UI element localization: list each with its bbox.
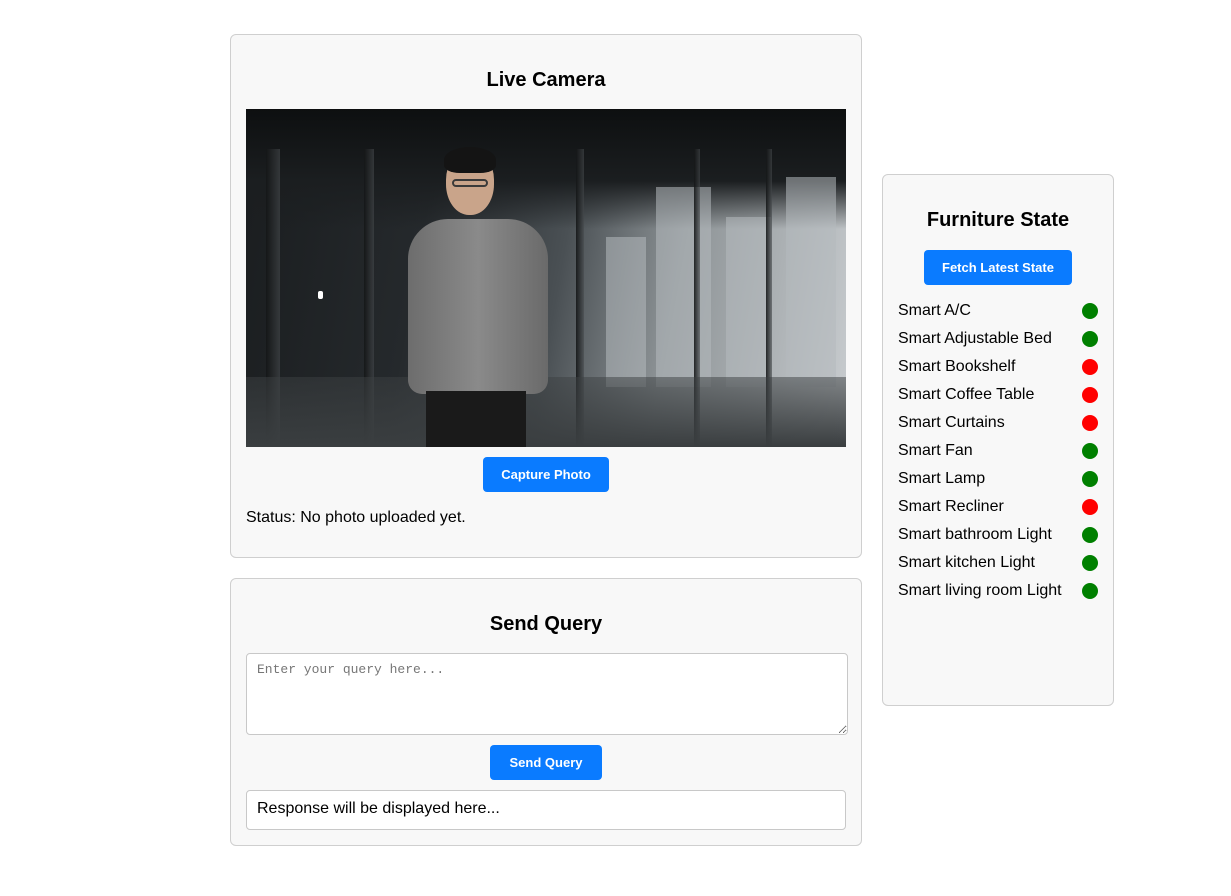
device-item: Smart Curtains xyxy=(898,409,1098,437)
device-item: Smart A/C xyxy=(898,297,1098,325)
device-status-icon xyxy=(1082,359,1098,375)
device-name: Smart Lamp xyxy=(898,470,986,487)
device-name: Smart Fan xyxy=(898,442,973,459)
device-list: Smart A/C Smart Adjustable Bed Smart Boo… xyxy=(898,297,1098,605)
device-status-icon xyxy=(1082,471,1098,487)
response-output: Response will be displayed here... xyxy=(246,790,846,830)
device-item: Smart Lamp xyxy=(898,465,1098,493)
device-item: Smart living room Light xyxy=(898,577,1098,605)
device-status-icon xyxy=(1082,583,1098,599)
device-item: Smart Coffee Table xyxy=(898,381,1098,409)
device-status-icon xyxy=(1082,331,1098,347)
device-name: Smart A/C xyxy=(898,302,971,319)
device-name: Smart Bookshelf xyxy=(898,358,1016,375)
feed-floor xyxy=(246,377,846,447)
camera-card: Live Camera Capture Photo Status: No pho… xyxy=(230,34,862,558)
device-name: Smart kitchen Light xyxy=(898,554,1035,571)
query-title: Send Query xyxy=(489,613,603,635)
furniture-card: Furniture State Fetch Latest State Smart… xyxy=(882,174,1114,706)
feed-ceiling xyxy=(246,109,846,229)
device-item: Smart kitchen Light xyxy=(898,549,1098,577)
person-glasses xyxy=(452,179,488,187)
device-status-icon xyxy=(1082,499,1098,515)
query-input[interactable] xyxy=(246,653,848,735)
device-status-icon xyxy=(1082,443,1098,459)
device-item: Smart bathroom Light xyxy=(898,521,1098,549)
person-legs xyxy=(426,391,526,447)
device-item: Smart Adjustable Bed xyxy=(898,325,1098,353)
device-name: Smart bathroom Light xyxy=(898,526,1052,543)
device-item: Smart Recliner xyxy=(898,493,1098,521)
send-query-button[interactable]: Send Query xyxy=(490,745,602,780)
upload-status: Status: No photo uploaded yet. xyxy=(246,509,466,526)
device-name: Smart Coffee Table xyxy=(898,386,1035,403)
device-name: Smart Adjustable Bed xyxy=(898,330,1052,347)
device-name: Smart living room Light xyxy=(898,582,1062,599)
device-status-icon xyxy=(1082,527,1098,543)
device-item: Smart Fan xyxy=(898,437,1098,465)
camera-feed xyxy=(246,109,846,447)
fetch-latest-state-button[interactable]: Fetch Latest State xyxy=(924,250,1072,285)
device-item: Smart Bookshelf xyxy=(898,353,1098,381)
mouse-cursor-icon xyxy=(318,291,323,299)
feed-skyline xyxy=(726,217,771,387)
device-name: Smart Recliner xyxy=(898,498,1004,515)
capture-photo-button[interactable]: Capture Photo xyxy=(483,457,609,492)
device-status-icon xyxy=(1082,387,1098,403)
person-body xyxy=(408,219,548,394)
query-card: Send Query Send Query Response will be d… xyxy=(230,578,862,846)
device-status-icon xyxy=(1082,303,1098,319)
feed-skyline xyxy=(656,187,711,387)
camera-title: Live Camera xyxy=(486,69,606,91)
device-name: Smart Curtains xyxy=(898,414,1005,431)
person-hair xyxy=(444,147,496,173)
furniture-title: Furniture State xyxy=(926,209,1070,231)
device-status-icon xyxy=(1082,415,1098,431)
feed-skyline xyxy=(786,177,836,387)
device-status-icon xyxy=(1082,555,1098,571)
feed-skyline xyxy=(606,237,646,387)
